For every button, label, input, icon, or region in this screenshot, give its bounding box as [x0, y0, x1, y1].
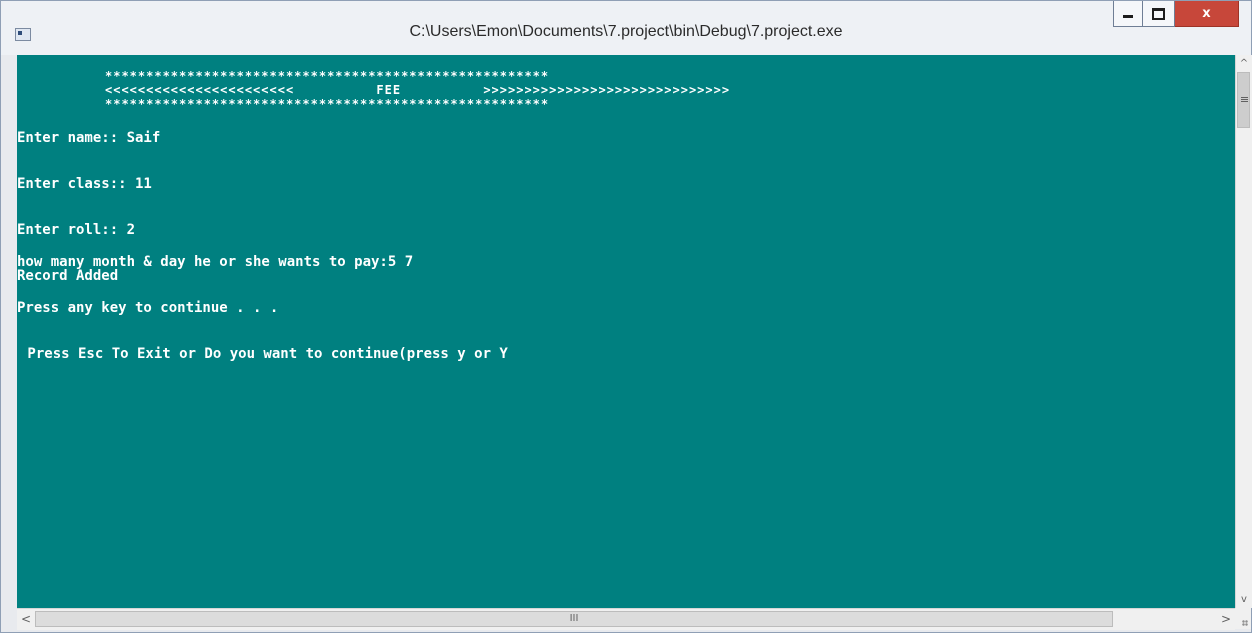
vertical-scrollbar[interactable]: ^ v [1235, 55, 1252, 608]
scroll-down-icon[interactable]: v [1236, 591, 1252, 608]
grip-icon [1241, 97, 1248, 98]
close-button[interactable]: x [1175, 1, 1239, 27]
scroll-left-icon[interactable]: < [17, 609, 35, 630]
scroll-up-icon[interactable]: ^ [1236, 55, 1252, 72]
resize-grip-icon[interactable] [1235, 608, 1251, 629]
continue-prompt: Press Esc To Exit or Do you want to cont… [19, 346, 508, 362]
horizontal-scrollbar[interactable]: < III > [17, 608, 1235, 630]
window-title: C:\Users\Emon\Documents\7.project\bin\De… [409, 23, 843, 40]
console-output[interactable]: ****************************************… [17, 55, 1235, 608]
prompt-class: Enter class:: 11 [17, 176, 152, 192]
minimize-icon [1123, 15, 1133, 18]
horizontal-scroll-thumb[interactable]: III [35, 611, 1113, 627]
title-bar[interactable]: C:\Users\Emon\Documents\7.project\bin\De… [1, 1, 1251, 55]
vertical-scroll-thumb[interactable] [1237, 72, 1250, 128]
minimize-button[interactable] [1113, 1, 1143, 27]
maximize-button[interactable] [1143, 1, 1175, 27]
maximize-icon [1152, 7, 1165, 20]
press-any-key-message: Press any key to continue . . . [17, 300, 279, 316]
banner-title: <<<<<<<<<<<<<<<<<<<<<<< FEE >>>>>>>>>>>>… [105, 83, 731, 97]
prompt-name: Enter name:: Saif [17, 130, 161, 146]
banner-bottom: ****************************************… [105, 97, 550, 111]
scroll-right-icon[interactable]: > [1217, 609, 1235, 630]
close-icon: x [1202, 6, 1211, 21]
banner-top: ****************************************… [105, 69, 550, 83]
prompt-roll: Enter roll:: 2 [17, 222, 136, 238]
record-added-message: Record Added [17, 268, 119, 284]
prompt-month-day: how many month & day he or she wants to … [17, 254, 414, 270]
console-window: C:\Users\Emon\Documents\7.project\bin\De… [0, 0, 1252, 633]
